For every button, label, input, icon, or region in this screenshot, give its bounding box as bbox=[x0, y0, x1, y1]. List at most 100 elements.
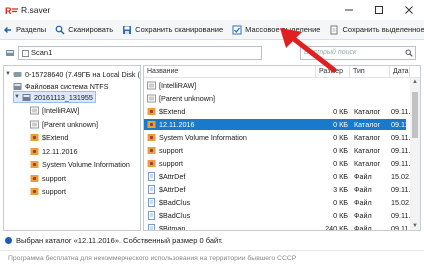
tree-item-support[interactable]: support bbox=[30, 172, 66, 184]
file-icon bbox=[148, 198, 155, 207]
cell-size bbox=[316, 80, 348, 91]
cell-name: System Volume Information bbox=[159, 133, 247, 142]
tree-label: [IntelliRAW] bbox=[42, 105, 80, 115]
cell-type: Каталог bbox=[354, 120, 381, 129]
orange-folder-icon bbox=[30, 187, 39, 195]
tree-item-disk[interactable]: ▼ 0-15728640 (7.49ГБ на Local Disk (E:)) bbox=[5, 68, 141, 80]
scan-button[interactable]: Сканировать bbox=[52, 22, 117, 38]
save-selected-label: Сохранить выделенное bbox=[342, 25, 424, 34]
tree-item-extend[interactable]: $Extend bbox=[30, 131, 68, 143]
column-size-header[interactable]: Размер bbox=[316, 66, 350, 78]
cell-name: $BadClus bbox=[159, 211, 191, 220]
table-row[interactable]: $Extend 0 КБ Каталог 09.11.2 bbox=[144, 106, 411, 117]
cell-date: 09.11.2 bbox=[391, 146, 411, 155]
title-bar: R R.saver bbox=[0, 0, 424, 20]
minimize-button[interactable] bbox=[334, 0, 364, 20]
path-checkbox[interactable] bbox=[22, 49, 29, 57]
save-scan-button[interactable]: Сохранить сканирование bbox=[119, 22, 227, 38]
table-row[interactable]: [IntelliRAW] bbox=[144, 80, 406, 91]
cell-type: Каталог bbox=[354, 159, 381, 168]
cell-size: 240 КБ bbox=[325, 224, 348, 231]
table-row[interactable]: $BadClus 0 КБ Файл 15.02.2 bbox=[144, 197, 411, 208]
cell-type: Файл bbox=[354, 211, 372, 220]
maximize-icon bbox=[375, 6, 383, 14]
status-info-icon bbox=[5, 236, 12, 244]
cell-size: 0 КБ bbox=[333, 159, 348, 168]
scroll-down-icon[interactable]: ▼ bbox=[412, 223, 418, 229]
file-list: Название Размер Тип Дата [IntelliRAW] [Pa… bbox=[143, 65, 421, 231]
tree-label: 0-15728640 (7.49ГБ на Local Disk (E:)) bbox=[25, 69, 141, 79]
folder-icon bbox=[147, 94, 156, 103]
cell-size: 0 КБ bbox=[333, 211, 348, 220]
tree-item-support-2[interactable]: support bbox=[30, 185, 66, 197]
floppy-icon bbox=[123, 25, 132, 34]
cell-type bbox=[354, 80, 390, 91]
table-row[interactable]: [Parent unknown] bbox=[144, 93, 406, 104]
close-button[interactable] bbox=[394, 0, 424, 20]
tree-label: 12.11.2016 bbox=[42, 146, 78, 156]
tree-label: [Parent unknown] bbox=[42, 119, 98, 129]
cell-size: 0 КБ bbox=[333, 172, 348, 181]
path-value: Scan1 bbox=[31, 48, 53, 57]
orange-folder-icon bbox=[147, 108, 156, 115]
cell-name: support bbox=[159, 146, 183, 155]
collapse-arrow-icon[interactable]: ▼ bbox=[14, 94, 22, 100]
app-logo: R bbox=[5, 6, 19, 16]
table-row[interactable]: $BadClus 0 КБ Файл 09.11.2 bbox=[144, 210, 411, 221]
filesystem-icon bbox=[13, 82, 22, 90]
tree-label: Файловая система NTFS bbox=[25, 81, 109, 91]
window-title: R.saver bbox=[21, 5, 51, 15]
table-row[interactable]: support 0 КБ Каталог 09.11.2 bbox=[144, 158, 411, 169]
save-selected-button[interactable]: Сохранить выделенное bbox=[326, 22, 424, 38]
scan-path-icon bbox=[6, 50, 14, 56]
cell-name: $AttrDef bbox=[159, 172, 186, 181]
cell-date: 15.02.2 bbox=[391, 198, 411, 207]
table-row[interactable]: support 0 КБ Каталог 09.11.2 bbox=[144, 145, 411, 156]
scroll-thumb[interactable] bbox=[412, 92, 418, 138]
tree-item-date-folder[interactable]: 12.11.2016 bbox=[30, 145, 77, 157]
mass-select-button[interactable]: Массовое выделение bbox=[229, 22, 324, 38]
cell-date: 09.11.2 bbox=[391, 120, 411, 129]
cell-size: 0 КБ bbox=[333, 133, 348, 142]
table-row[interactable]: System Volume Information 0 КБ Каталог 09.1… bbox=[144, 132, 411, 143]
file-icon bbox=[148, 224, 155, 230]
cell-date bbox=[391, 93, 411, 104]
tree-item-parent-unknown[interactable]: [Parent unknown] bbox=[30, 118, 98, 130]
cell-type: Файл bbox=[354, 224, 372, 231]
orange-folder-icon bbox=[147, 121, 156, 128]
collapse-arrow-icon[interactable]: ▼ bbox=[5, 71, 13, 77]
sections-button[interactable]: Разделы bbox=[0, 22, 50, 38]
save-files-icon bbox=[330, 25, 338, 34]
folder-tree: ▼ 0-15728640 (7.49ГБ на Local Disk (E:))… bbox=[3, 65, 141, 231]
toolbar: Разделы Сканировать Сохранить сканирован… bbox=[0, 20, 424, 40]
table-row[interactable]: 12.11.2016 0 КБ Каталог 09.11.2 bbox=[144, 119, 411, 130]
column-date-header[interactable]: Дата bbox=[390, 66, 410, 78]
column-name-header[interactable]: Название bbox=[144, 66, 316, 78]
tree-item-system-volume[interactable]: System Volume Information bbox=[30, 158, 130, 170]
orange-folder-icon bbox=[30, 160, 39, 168]
tree-item-intelliraw[interactable]: [IntelliRAW] bbox=[30, 104, 79, 116]
back-arrow-icon bbox=[4, 26, 11, 33]
cell-date bbox=[391, 80, 411, 91]
table-row[interactable]: $Bitmap 240 КБ Файл 09.11.2 bbox=[144, 223, 411, 231]
file-icon bbox=[148, 172, 155, 181]
tree-label: support bbox=[42, 186, 66, 196]
scan-icon bbox=[55, 25, 65, 34]
path-field[interactable]: Scan1 bbox=[18, 46, 262, 60]
cell-name: $AttrDef bbox=[159, 185, 186, 194]
table-row[interactable]: $AttrDef 0 КБ Файл 15.02.2 bbox=[144, 171, 411, 182]
cell-name: $BadClus bbox=[159, 198, 191, 207]
scroll-up-icon[interactable]: ▲ bbox=[412, 79, 418, 85]
cell-type: Каталог bbox=[354, 133, 381, 142]
column-type-header[interactable]: Тип bbox=[350, 66, 390, 78]
vertical-scrollbar[interactable]: ▲ ▼ bbox=[410, 78, 420, 230]
cell-name: [Parent unknown] bbox=[159, 94, 215, 103]
cell-size: 3 КБ bbox=[333, 185, 348, 194]
tree-item-scan-folder[interactable]: ▼ 20161113_131955 bbox=[13, 91, 96, 103]
maximize-button[interactable] bbox=[364, 0, 394, 20]
quick-search-input[interactable]: Быстрый поиск bbox=[300, 46, 416, 60]
cell-date: 09.11.2 bbox=[391, 107, 411, 116]
cell-name: 12.11.2016 bbox=[159, 120, 195, 129]
scan-label: Сканировать bbox=[68, 25, 114, 34]
table-row[interactable]: $AttrDef 3 КБ Файл 09.11.2 bbox=[144, 184, 411, 195]
